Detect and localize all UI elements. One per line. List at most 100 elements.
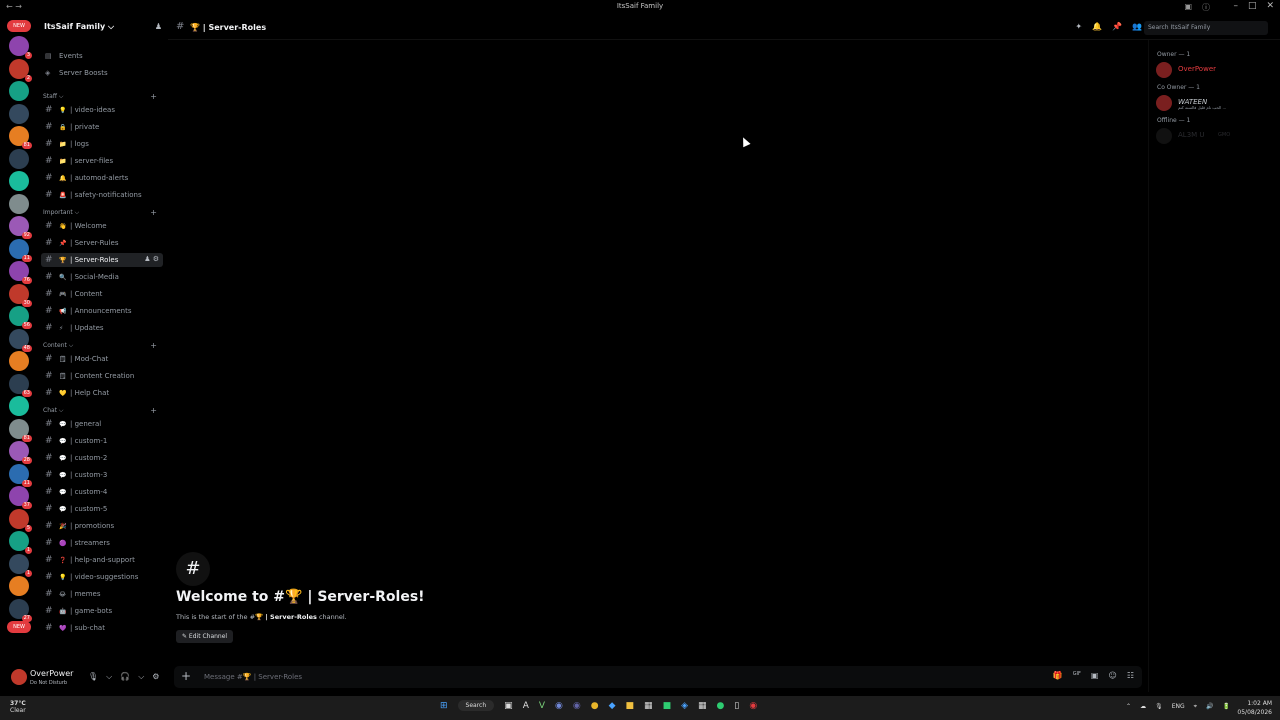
tray-icon[interactable]: 🔊 [1206, 703, 1213, 711]
members-icon[interactable]: 👥 [1132, 22, 1142, 31]
server-icon[interactable]: 48 [9, 328, 32, 352]
folder-icon[interactable]: ■ [626, 701, 635, 711]
channel-item[interactable]: # 📢 | Announcements [41, 304, 163, 318]
chevron-down-icon[interactable]: ⌵ [138, 672, 144, 682]
channel-item[interactable]: # 🤖 | game-bots [41, 604, 163, 618]
server-icon[interactable]: 28 [9, 441, 32, 464]
server-icon[interactable]: 11 [9, 463, 32, 487]
guild-header[interactable]: ItsSaif Family ⌵ ♟ [44, 22, 164, 36]
channel-item[interactable]: # ❓ | help-and-support [41, 553, 163, 567]
server-icon[interactable] [9, 148, 29, 169]
channel-item[interactable]: # 🚨 | safety-notifications [41, 188, 163, 202]
server-icon[interactable] [9, 103, 29, 124]
mic-icon[interactable]: 🎙 [88, 672, 98, 682]
channel-item[interactable]: # 💬 | custom-5 [41, 502, 163, 516]
calculator-icon[interactable]: ▦ [698, 701, 707, 711]
channel-item[interactable]: # 💡 | video-ideas [41, 103, 163, 117]
member-item[interactable]: WATEEN الحب نام قليل فالسنه كتم ... [1156, 95, 1280, 111]
app-icon[interactable]: ■ [663, 701, 672, 711]
minimize-icon[interactable]: – [1233, 1, 1238, 11]
server-icon[interactable]: 92 [9, 216, 32, 239]
add-channel-icon[interactable]: + [150, 208, 157, 217]
avatar[interactable] [11, 669, 27, 685]
channel-item[interactable]: # 🗒 | Content Creation [41, 369, 163, 383]
app-icon[interactable]: ▦ [644, 701, 653, 711]
tray-icon[interactable]: ENG [1172, 703, 1185, 711]
server-icon[interactable]: 56 [9, 306, 32, 329]
chrome-icon[interactable]: ● [591, 701, 599, 711]
app-icon[interactable]: A [523, 701, 529, 711]
member-item[interactable]: OverPower [1156, 62, 1280, 78]
server-icon[interactable]: 5 [9, 508, 32, 532]
gif-icon[interactable]: GIF [1073, 671, 1081, 680]
maximize-icon[interactable]: □ [1248, 1, 1257, 11]
server-icon[interactable]: 81 [9, 126, 32, 149]
channel-item[interactable]: # 👋 | Welcome [41, 219, 163, 233]
gear-icon[interactable]: ⚙ [152, 672, 159, 682]
threads-icon[interactable]: ✦ [1075, 22, 1082, 31]
clock[interactable]: 1:02 AM 05/08/2026 [1237, 699, 1272, 717]
server-icon[interactable] [9, 193, 29, 214]
add-channel-icon[interactable]: + [150, 92, 157, 101]
channel-item[interactable]: # 🎉 | promotions [41, 519, 163, 533]
channel-item[interactable]: # 🔔 | automod-alerts [41, 171, 163, 185]
server-icon[interactable]: 63 [9, 373, 32, 397]
category-header[interactable]: Staff ⌵ + [43, 92, 163, 101]
sidebar-item-server-boosts[interactable]: ◈ Server Boosts [41, 66, 163, 80]
server-icon[interactable]: 37 [9, 486, 32, 509]
weather-widget[interactable]: 37°C Clear [10, 700, 26, 714]
edge-icon[interactable]: ● [717, 701, 725, 711]
app-icon[interactable]: ◆ [609, 701, 616, 711]
server-icon[interactable]: 1 [9, 531, 32, 554]
channel-item[interactable]: # 💡 | video-suggestions [41, 570, 163, 584]
channel-item[interactable]: # 💬 | custom-3 [41, 468, 163, 482]
guild-name[interactable]: ItsSaif Family ⌵ [44, 22, 114, 31]
server-icon[interactable] [9, 396, 29, 416]
server-icon[interactable]: 2 [9, 58, 32, 82]
app-icon[interactable]: V [539, 701, 545, 711]
bell-icon[interactable]: 🔔 [1092, 22, 1102, 31]
channel-item[interactable]: # 📁 | server-files [41, 154, 163, 168]
tray-icon[interactable]: 🔋 [1223, 703, 1230, 711]
add-channel-icon[interactable]: + [150, 341, 157, 350]
server-icon[interactable]: 30 [9, 283, 32, 307]
server-icon[interactable] [9, 351, 29, 371]
file-icon[interactable]: ▯ [734, 701, 739, 711]
headphones-icon[interactable]: 🎧 [120, 672, 130, 682]
category-header[interactable]: Important ⌵ + [43, 208, 163, 217]
server-icon[interactable]: 1 [9, 553, 32, 577]
start-icon[interactable]: ⊞ [440, 701, 448, 711]
member-item[interactable]: AL3M U GMO [1156, 128, 1280, 144]
server-icon[interactable] [9, 171, 29, 191]
new-badge[interactable]: NEW [7, 621, 31, 633]
sidebar-item-events[interactable]: ▤ Events [41, 49, 163, 63]
channel-item[interactable]: # 💬 | custom-2 [41, 451, 163, 465]
channel-item[interactable]: # 🗒 | Mod-Chat [41, 352, 163, 366]
shield-icon[interactable]: ◈ [681, 701, 688, 711]
gift-icon[interactable]: 🎁 [1053, 671, 1063, 680]
server-icon[interactable]: 81 [9, 418, 32, 442]
edit-channel-button[interactable]: ✎ Edit Channel [176, 630, 234, 643]
close-icon[interactable]: ✕ [1266, 1, 1274, 11]
channel-item[interactable]: # 🔒 | private [41, 120, 163, 134]
app-icon[interactable]: ◉ [749, 701, 757, 711]
channel-item[interactable]: # 💛 | Help Chat [41, 386, 163, 400]
teams-icon[interactable]: ◉ [573, 701, 581, 711]
channel-item[interactable]: # 💬 | custom-4 [41, 485, 163, 499]
chevron-down-icon[interactable]: ⌵ [106, 672, 112, 682]
emoji-icon[interactable]: ☺ [1108, 671, 1116, 680]
new-badge[interactable]: NEW [7, 20, 31, 32]
tray-icon[interactable]: ⌖ [1194, 703, 1197, 711]
apps-icon[interactable]: ☷ [1127, 671, 1134, 680]
channel-item[interactable]: # ⚡ | Updates [41, 321, 163, 335]
channel-item[interactable]: # 📌 | Server-Rules [41, 236, 163, 250]
server-icon[interactable] [9, 81, 29, 101]
discord-icon[interactable]: ◉ [555, 701, 563, 711]
taskbar-search[interactable]: Search [457, 700, 495, 711]
channel-item[interactable]: # 💬 | general [41, 417, 163, 431]
channel-item[interactable]: # 😂 | memes [41, 587, 163, 601]
username[interactable]: OverPower [30, 669, 73, 678]
channel-item[interactable]: # 💜 | sub-chat [41, 621, 163, 635]
server-icon[interactable]: 3 [9, 36, 32, 59]
inbox-icon[interactable]: ▣ [1184, 2, 1192, 13]
